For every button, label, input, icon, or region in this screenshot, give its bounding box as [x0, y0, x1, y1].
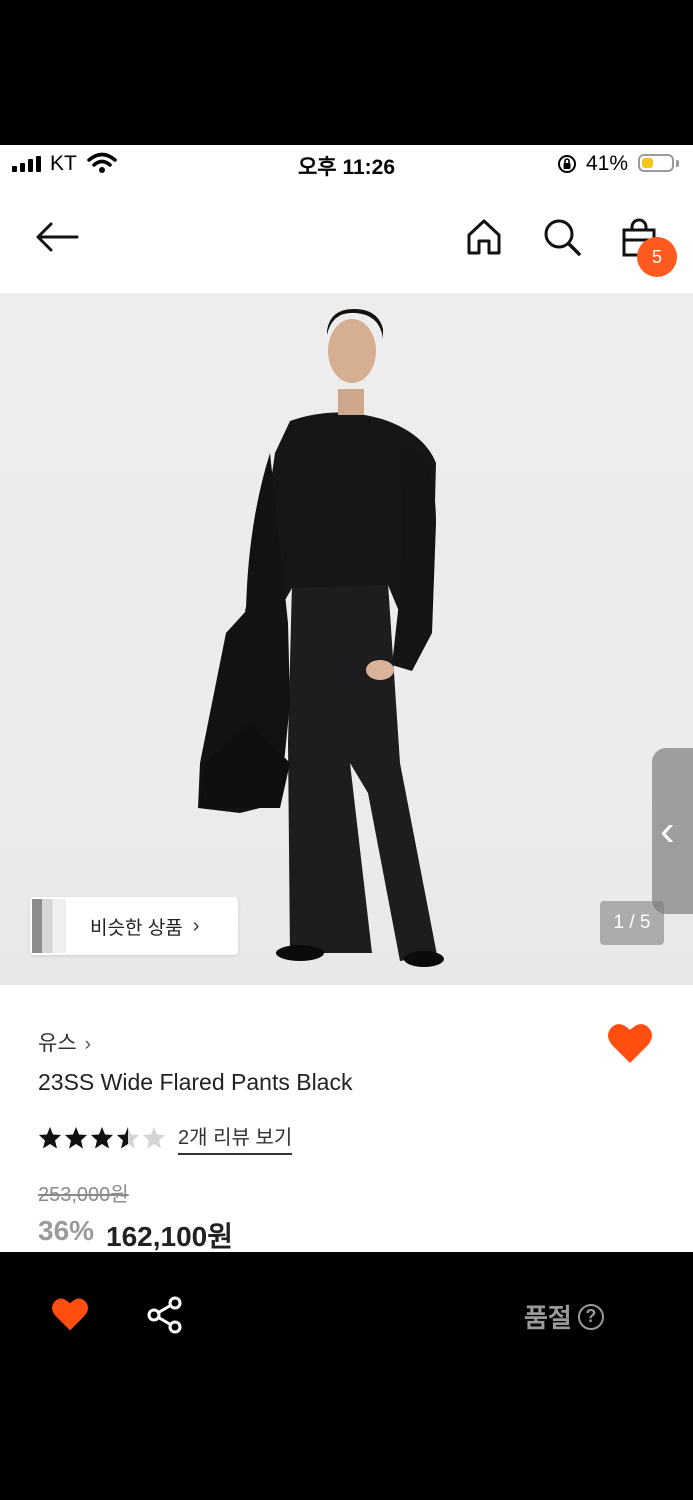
- chevron-right-icon: ›: [84, 1034, 91, 1055]
- star-icon: [39, 1127, 61, 1149]
- sale-price: 162,100원: [106, 1221, 233, 1252]
- star-icon: [65, 1127, 87, 1149]
- product-title: 23SS Wide Flared Pants Black: [38, 1069, 353, 1095]
- side-drawer-tab[interactable]: ‹: [652, 748, 693, 914]
- rating-row: 2개 리뷰 보기: [38, 1121, 293, 1155]
- brand-link[interactable]: 유스 ›: [38, 1027, 91, 1057]
- product-photo: [198, 309, 444, 967]
- similar-products-label: 비슷한 상품: [90, 917, 183, 939]
- star-icon: [91, 1127, 113, 1149]
- battery-percent: 41%: [586, 152, 629, 175]
- home-icon: [467, 219, 501, 255]
- cart-count-badge: 5: [637, 237, 677, 277]
- battery-icon: [638, 154, 674, 172]
- back-button[interactable]: [32, 217, 82, 257]
- search-icon: [544, 219, 581, 256]
- discount-rate: 36%: [38, 1215, 95, 1246]
- home-button[interactable]: [462, 215, 506, 259]
- sold-out-status: 품절 ?: [524, 1298, 604, 1335]
- sold-out-label: 품절: [524, 1303, 572, 1333]
- reviews-link[interactable]: 2개 리뷰 보기: [178, 1121, 293, 1155]
- top-letterbox: [0, 0, 693, 145]
- battery-tip: [676, 160, 679, 167]
- top-nav: 5: [0, 185, 693, 293]
- chevron-right-icon: ›: [192, 914, 200, 937]
- star-rating: [38, 1126, 168, 1150]
- star-icon: [117, 1127, 139, 1149]
- similar-products-button[interactable]: 비슷한 상품 ›: [30, 897, 238, 955]
- bottom-action-bar: 품절 ?: [0, 1252, 693, 1500]
- chevron-left-icon: ‹: [660, 806, 675, 855]
- image-pager: 1 / 5: [600, 901, 664, 945]
- help-icon[interactable]: ?: [577, 1303, 604, 1330]
- orientation-lock-icon: [558, 155, 576, 173]
- arrow-left-icon: [36, 222, 79, 252]
- heart-icon[interactable]: [50, 1296, 90, 1332]
- wishlist-heart-button[interactable]: [606, 1021, 654, 1065]
- app-screen: KT 오후 11:26 41% 5 ‹ 비슷한 상품 › 1 / 5 유스 › …: [0, 145, 693, 1252]
- battery-level: [642, 158, 653, 168]
- product-image-gallery[interactable]: ‹ 비슷한 상품 › 1 / 5: [0, 293, 693, 985]
- product-info: 유스 › 23SS Wide Flared Pants Black 2개 리뷰 보…: [0, 985, 693, 1252]
- search-button[interactable]: [540, 215, 584, 259]
- similar-products-thumbnail: [32, 899, 66, 953]
- status-bar: KT 오후 11:26 41%: [0, 145, 693, 185]
- brand-name: 유스: [38, 1032, 77, 1055]
- original-price: 253,000원: [38, 1184, 129, 1206]
- share-icon[interactable]: [146, 1296, 184, 1334]
- star-icon: [143, 1127, 165, 1149]
